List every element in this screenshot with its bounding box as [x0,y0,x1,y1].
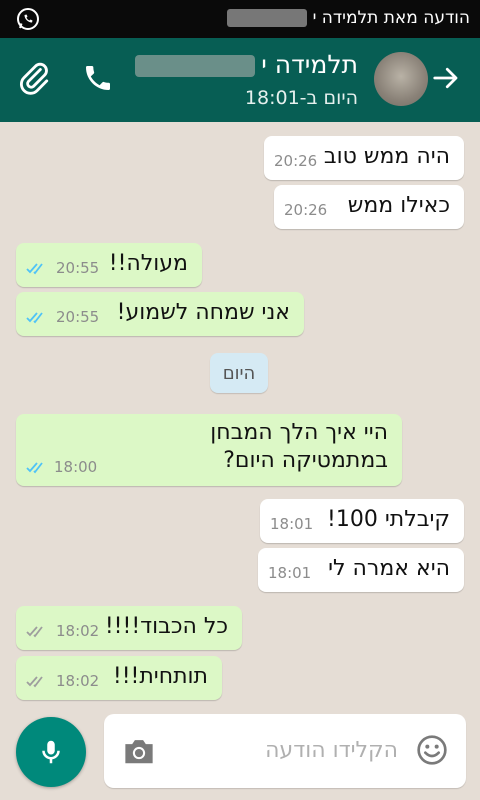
call-button[interactable] [78,58,118,98]
message-text-line: היי איך הלך המבחן [210,420,388,445]
message-input[interactable]: הקלידו הודעה [265,738,398,763]
message-bubble-incoming[interactable]: היא אמרה לי 18:01 [258,548,464,592]
message-time: 18:01 [270,515,314,533]
microphone-icon [42,740,60,764]
message-input-bar[interactable]: הקלידו הודעה [104,714,466,788]
message-text: היה ממש טוב [323,144,450,169]
paperclip-icon [19,62,49,95]
message-text: כל הכבוד!!!! [104,614,228,639]
chat-area[interactable]: היה ממש טוב 20:26 כאילו ממש 20:26 20:55 … [0,122,480,800]
emoji-icon[interactable] [416,734,448,766]
message-time: 18:02 [56,622,100,640]
attach-button[interactable] [14,58,54,98]
message-time: 20:55 [56,308,100,326]
message-text-line: במתמטיקה היום? [223,448,388,473]
chat-header: תלמידה י היום ב-18:01 [0,38,480,122]
message-time: 18:02 [56,672,100,690]
message-text: היא אמרה לי [328,556,450,581]
delivered-ticks-icon [26,676,43,688]
message-bubble-incoming[interactable]: היה ממש טוב 20:26 [264,136,464,180]
voice-message-button[interactable] [16,717,86,787]
notification-label: הודעה מאת תלמידה י [312,8,470,28]
message-bubble-outgoing[interactable]: 18:02 כל הכבוד!!!! [16,606,242,650]
message-text: קיבלתי 100! [327,507,450,532]
status-bar: הודעה מאת תלמידה י [0,0,480,38]
back-button[interactable] [426,58,466,98]
phone-icon [86,66,110,90]
camera-icon[interactable] [122,736,156,766]
message-text: כאילו ממש [347,193,450,218]
message-time: 20:26 [284,201,328,219]
read-ticks-icon [26,462,43,474]
last-seen: היום ב-18:01 [244,87,358,109]
message-bubble-outgoing[interactable]: 20:55 מעולה!! [16,243,202,287]
redacted-surname [135,55,256,77]
message-bubble-outgoing[interactable]: 18:02 תותחית!!! [16,656,222,700]
message-bubble-incoming[interactable]: קיבלתי 100! 18:01 [260,499,464,543]
message-bubble-incoming[interactable]: כאילו ממש 20:26 [274,185,464,229]
message-bubble-outgoing[interactable]: 20:55 אני שמחה לשמוע! [16,292,304,336]
message-time: 20:26 [274,152,318,170]
message-bubble-outgoing[interactable]: היי איך הלך המבחן במתמטיקה היום? 18:00 [16,414,402,486]
message-text: תותחית!!! [112,664,208,689]
contact-name-label: תלמידה י [261,50,358,79]
day-divider: היום [210,353,268,393]
message-time: 18:00 [54,458,98,476]
whatsapp-icon [17,8,39,30]
read-ticks-icon [26,312,43,324]
message-time: 18:01 [268,564,312,582]
message-text: מעולה!! [108,251,188,276]
contact-name[interactable]: תלמידה י [135,50,358,79]
read-ticks-icon [26,263,43,275]
delivered-ticks-icon [26,626,43,638]
redacted-name [226,9,307,27]
message-time: 20:55 [56,259,100,277]
notification-text: הודעה מאת תלמידה י [226,8,470,28]
message-text: אני שמחה לשמוע! [116,300,290,325]
arrow-forward-icon [433,67,458,89]
avatar[interactable] [374,52,428,106]
